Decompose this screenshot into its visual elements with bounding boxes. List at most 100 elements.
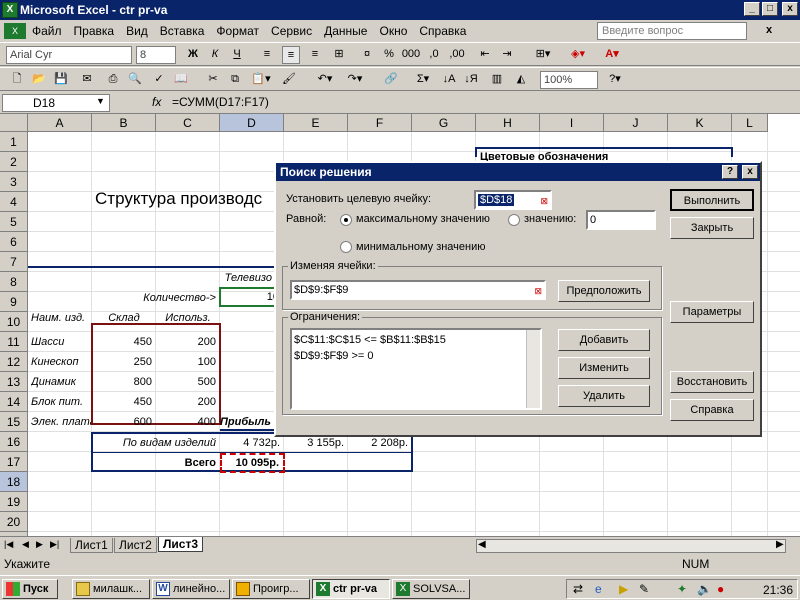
name-box-dropdown-icon[interactable]: ▼: [96, 96, 105, 106]
menu-window[interactable]: Окно: [373, 24, 413, 38]
table-cell-used[interactable]: 400: [156, 412, 220, 432]
dialog-help-button[interactable]: ?: [722, 165, 738, 179]
column-header-g[interactable]: G: [412, 114, 476, 132]
column-header-l[interactable]: L: [732, 114, 768, 132]
save-icon[interactable]: 💾: [52, 71, 70, 89]
row-header-1[interactable]: 1: [0, 132, 28, 152]
cell-c18[interactable]: Всего: [156, 453, 220, 473]
font-name-combo[interactable]: Arial Cyr: [6, 46, 132, 64]
column-header-a[interactable]: A: [28, 114, 92, 132]
menu-edit[interactable]: Правка: [68, 24, 121, 38]
last-sheet-icon[interactable]: ▶|: [50, 539, 59, 550]
row-header-3[interactable]: 3: [0, 172, 28, 192]
tab-sheet3-active[interactable]: Лист3: [158, 537, 204, 552]
menu-tools[interactable]: Сервис: [265, 24, 318, 38]
row-header-13[interactable]: 13: [0, 372, 28, 392]
spelling-icon[interactable]: ✓: [150, 71, 168, 89]
row-header-6[interactable]: 6: [0, 232, 28, 252]
cut-icon[interactable]: ✂: [204, 71, 222, 89]
row-header-9[interactable]: 9: [0, 292, 28, 312]
guess-button[interactable]: Предположить: [558, 280, 650, 302]
zoom-combo[interactable]: 100%: [540, 71, 598, 89]
column-header-f[interactable]: F: [348, 114, 412, 132]
permission-icon[interactable]: ✉: [78, 71, 96, 89]
prev-sheet-icon[interactable]: ◀: [22, 539, 29, 550]
menu-insert[interactable]: Вставка: [154, 24, 211, 38]
maximize-button[interactable]: □: [762, 2, 778, 16]
add-constraint-button[interactable]: Добавить: [558, 329, 650, 351]
cell-d8[interactable]: Телевизо: [220, 268, 276, 288]
tray-antivirus-icon[interactable]: ●: [717, 582, 724, 596]
dialog-close-button[interactable]: x: [742, 165, 758, 179]
increase-decimal-button[interactable]: ,0: [424, 46, 444, 64]
reset-all-button[interactable]: Восстановить: [670, 371, 754, 393]
workbook-icon[interactable]: X: [4, 23, 26, 39]
tray-network-icon[interactable]: ⇄: [573, 582, 583, 596]
row-header-20[interactable]: 20: [0, 512, 28, 532]
first-sheet-icon[interactable]: |◀: [4, 539, 13, 550]
horizontal-scrollbar[interactable]: [476, 539, 786, 553]
font-color-icon[interactable]: A▾: [598, 46, 626, 64]
merge-center-icon[interactable]: ⊞: [330, 46, 348, 64]
column-header-d[interactable]: D: [220, 114, 284, 132]
copy-icon[interactable]: ⧉: [226, 71, 244, 89]
align-center-icon[interactable]: ≡: [282, 46, 300, 64]
menu-view[interactable]: Вид: [120, 24, 154, 38]
column-header-k[interactable]: K: [668, 114, 732, 132]
chart-wizard-icon[interactable]: ▥: [488, 71, 506, 89]
row-header-12[interactable]: 12: [0, 352, 28, 372]
insert-function-icon[interactable]: fx: [152, 95, 161, 109]
sort-desc-icon[interactable]: ↓Я: [462, 71, 480, 89]
increase-indent-icon[interactable]: ⇥: [498, 46, 516, 64]
cell-a10[interactable]: Наим. изд.: [31, 308, 93, 328]
table-cell-used[interactable]: 100: [156, 352, 220, 372]
tray-doc-icon[interactable]: ✎: [639, 582, 649, 596]
table-cell-name[interactable]: Шасси: [31, 332, 91, 352]
value-of-input[interactable]: 0: [586, 210, 656, 230]
close-dialog-button[interactable]: Закрыть: [670, 217, 754, 239]
decrease-indent-icon[interactable]: ⇤: [476, 46, 494, 64]
row-header-4[interactable]: 4: [0, 192, 28, 212]
row-header-15[interactable]: 15: [0, 412, 28, 432]
research-icon[interactable]: 📖: [172, 71, 190, 89]
column-header-e[interactable]: E: [284, 114, 348, 132]
collapse-dialog-icon[interactable]: ⊠: [540, 193, 548, 209]
constraints-scrollbar[interactable]: [526, 330, 540, 408]
currency-icon[interactable]: ¤: [358, 46, 376, 64]
formula-text[interactable]: =СУММ(D17:F17): [172, 95, 269, 109]
change-constraint-button[interactable]: Изменить: [558, 357, 650, 379]
constraints-list[interactable]: $C$11:$C$15 <= $B$11:$B$15 $D$9:$F$9 >= …: [290, 328, 542, 410]
row-header-18[interactable]: 18: [0, 472, 28, 492]
print-icon[interactable]: ⎙: [104, 71, 122, 89]
row-header-19[interactable]: 19: [0, 492, 28, 512]
table-cell-used[interactable]: 200: [156, 392, 220, 412]
radio-min[interactable]: [340, 241, 352, 253]
row-header-10[interactable]: 10: [0, 312, 28, 332]
bold-button[interactable]: Ж: [184, 46, 202, 64]
dialog-help-text-button[interactable]: Справка: [670, 399, 754, 421]
task-button-1[interactable]: милашк...: [72, 579, 150, 599]
column-header-j[interactable]: J: [604, 114, 668, 132]
radio-value-label[interactable]: значению:: [524, 213, 576, 225]
print-preview-icon[interactable]: 🔍: [126, 71, 144, 89]
start-button[interactable]: Пуск: [2, 579, 58, 599]
percent-button[interactable]: %: [380, 46, 398, 64]
minimize-button[interactable]: _: [744, 2, 760, 16]
menu-format[interactable]: Формат: [210, 24, 265, 38]
changing-cells-input[interactable]: $D$9:$F$9 ⊠: [290, 280, 546, 300]
undo-icon[interactable]: ↶▾: [312, 71, 338, 89]
column-header-i[interactable]: I: [540, 114, 604, 132]
table-cell-used[interactable]: 200: [156, 332, 220, 352]
next-sheet-icon[interactable]: ▶: [36, 539, 43, 550]
constraint-item[interactable]: $C$11:$C$15 <= $B$11:$B$15: [294, 332, 538, 348]
sort-asc-icon[interactable]: ↓A: [440, 71, 458, 89]
align-right-icon[interactable]: ≡: [306, 46, 324, 64]
table-cell-used[interactable]: 500: [156, 372, 220, 392]
row-header-2[interactable]: 2: [0, 152, 28, 172]
fill-color-icon[interactable]: ◈▾: [564, 46, 592, 64]
column-header-c[interactable]: C: [156, 114, 220, 132]
cell-b9[interactable]: Количество->: [92, 288, 220, 308]
format-painter-icon[interactable]: 🖌: [280, 71, 298, 89]
borders-icon[interactable]: ⊞▾: [530, 46, 556, 64]
collapse-dialog-icon-2[interactable]: ⊠: [534, 283, 542, 299]
